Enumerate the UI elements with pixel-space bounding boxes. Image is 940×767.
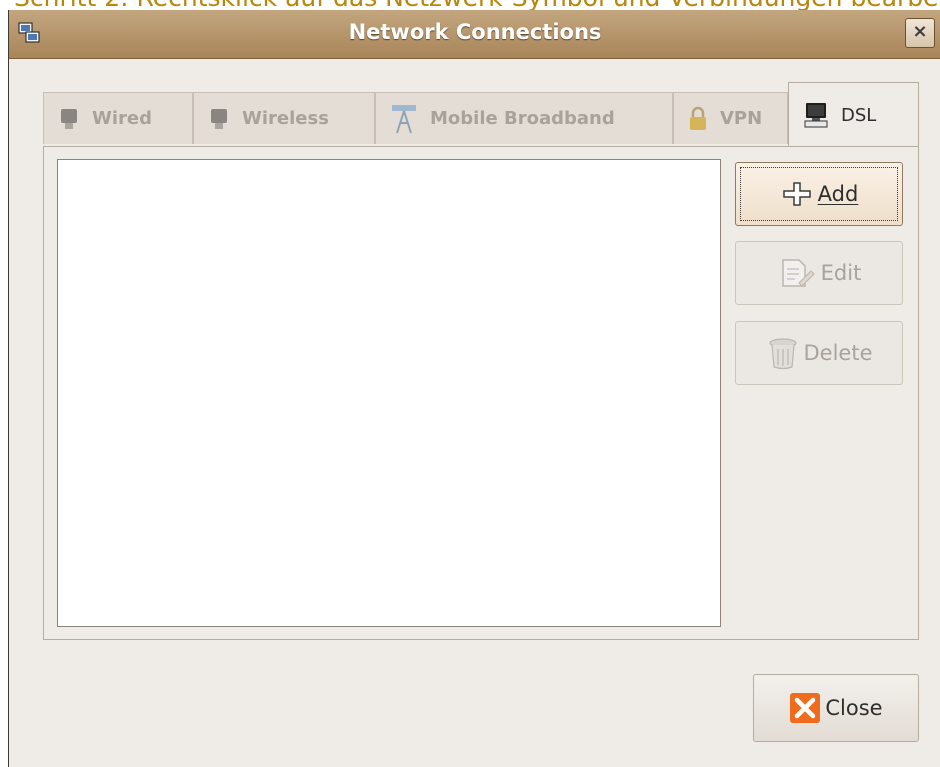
caption-text: Schritt 2: Rechtsklick auf das Netzwerk-… (14, 0, 940, 10)
close-button[interactable]: Close (753, 674, 919, 742)
title-bar[interactable]: Network Connections × (9, 10, 940, 59)
dsl-computer-icon (804, 103, 828, 128)
delete-button[interactable]: Delete (735, 321, 903, 385)
edit-document-icon (781, 259, 815, 287)
trash-can-icon (768, 338, 797, 370)
add-button[interactable]: Add (735, 162, 903, 226)
plus-icon (782, 182, 811, 206)
network-connections-window: Network Connections × Wired Wireless Mob… (8, 10, 940, 767)
tab-label: Wireless (242, 108, 329, 129)
close-label: Close (825, 696, 883, 720)
tab-vpn[interactable]: VPN (673, 92, 788, 144)
close-icon (790, 693, 821, 723)
add-label: Add (817, 182, 859, 206)
wired-icon (61, 108, 77, 129)
connections-list[interactable] (57, 159, 721, 627)
delete-label: Delete (803, 341, 873, 365)
tab-dsl[interactable]: DSL (788, 82, 919, 147)
edit-label: Edit (820, 261, 862, 285)
tab-wireless[interactable]: Wireless (193, 92, 375, 144)
wireless-icon (211, 108, 227, 129)
tab-label: VPN (720, 108, 763, 129)
close-window-icon[interactable]: × (905, 18, 935, 48)
tab-label: DSL (841, 104, 877, 126)
page-caption: Schritt 2: Rechtsklick auf das Netzwerk-… (0, 0, 940, 10)
tab-wired[interactable]: Wired (43, 92, 193, 144)
window-title: Network Connections (348, 20, 602, 44)
connection-tabs: Wired Wireless Mobile Broadband VPN DSL (43, 82, 919, 147)
tab-label: Mobile Broadband (430, 108, 615, 129)
tab-label: Wired (92, 108, 152, 129)
edit-button[interactable]: Edit (735, 241, 903, 305)
vpn-lock-icon (690, 106, 706, 130)
mobile-broadband-icon (392, 104, 416, 133)
tab-mobile-broadband[interactable]: Mobile Broadband (375, 92, 673, 144)
